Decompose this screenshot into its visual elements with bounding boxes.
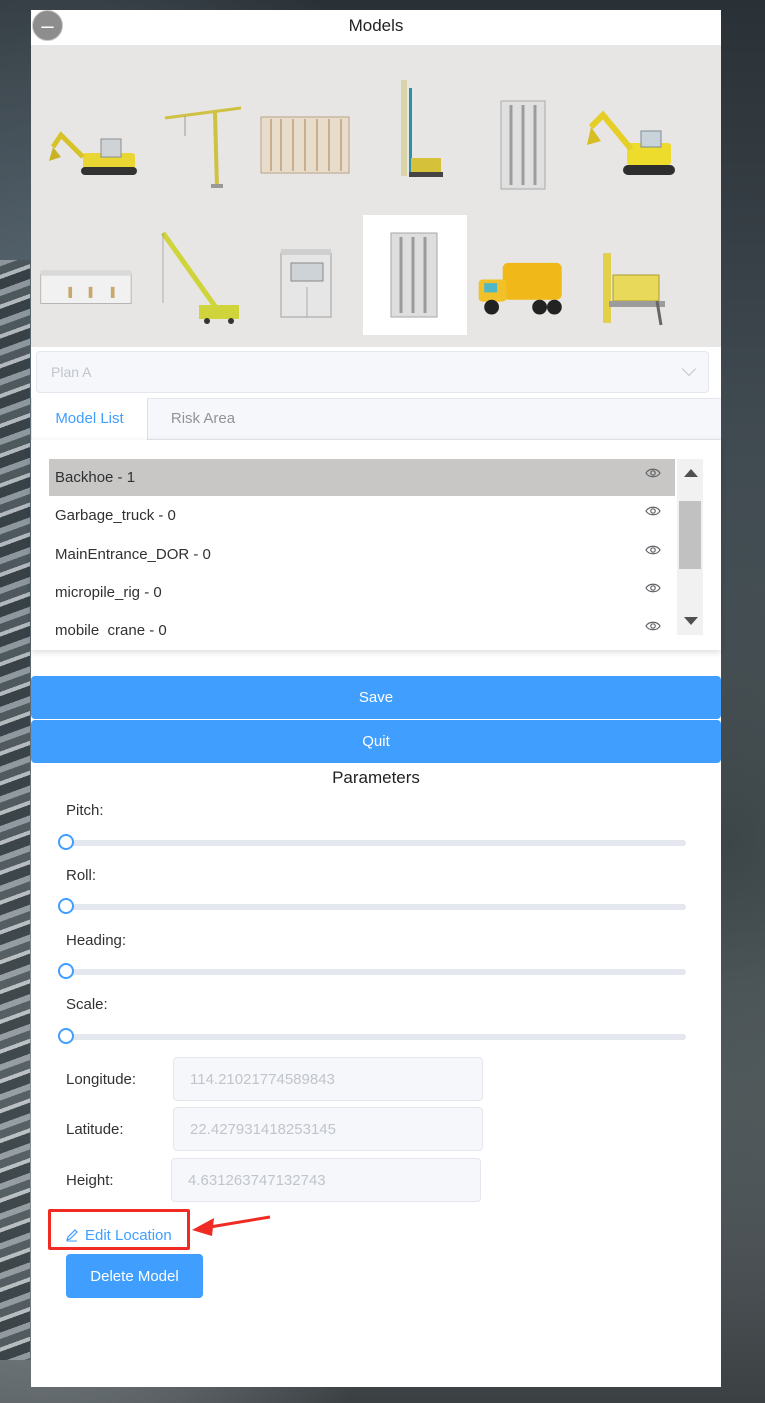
model-thumb-fence-panels[interactable] xyxy=(253,85,357,205)
model-thumb-main-entrance-door[interactable] xyxy=(363,215,467,335)
tab-bar: Model List Risk Area xyxy=(31,398,721,440)
site-office-icon xyxy=(40,270,132,304)
list-item-label: Garbage_truck - 0 xyxy=(55,507,176,524)
model-thumb-micropile-rig[interactable] xyxy=(361,70,465,190)
model-thumb-mobile-crane[interactable] xyxy=(149,215,253,335)
latitude-label: Latitude: xyxy=(66,1121,124,1138)
parameters-title: Parameters xyxy=(332,768,420,787)
delete-model-button[interactable]: Delete Model xyxy=(66,1254,203,1298)
model-list: Backhoe - 1 Garbage_truck - 0 MainEntran… xyxy=(31,440,721,650)
micropile-rig-icon xyxy=(401,80,443,177)
annotation-highlight-box xyxy=(48,1209,190,1250)
eye-icon[interactable] xyxy=(645,582,661,594)
eye-icon[interactable] xyxy=(645,544,661,556)
excavator-icon xyxy=(587,110,675,175)
pitch-slider[interactable] xyxy=(58,834,686,850)
panel-title: Models xyxy=(348,16,404,35)
list-item-label: micropile_rig - 0 xyxy=(55,584,162,601)
scale-slider-handle[interactable] xyxy=(58,1028,74,1044)
eye-icon[interactable] xyxy=(645,505,661,517)
door-icon xyxy=(390,232,438,318)
heading-slider-handle[interactable] xyxy=(58,963,74,979)
model-thumb-tower-crane[interactable] xyxy=(151,80,255,200)
model-thumb-guard-house[interactable] xyxy=(253,225,357,345)
guard-house-icon xyxy=(280,249,332,318)
heading-slider[interactable] xyxy=(58,963,686,979)
model-gallery xyxy=(31,45,721,347)
garbage-truck-icon xyxy=(478,262,562,315)
mobile-crane-icon xyxy=(160,231,239,324)
plan-select-value: Plan A xyxy=(51,364,92,380)
scale-label: Scale: xyxy=(66,996,108,1013)
list-item-backhoe[interactable]: Backhoe - 1 xyxy=(49,459,675,496)
quit-button[interactable]: Quit xyxy=(31,720,721,763)
list-item-label: mobile crane - 0 xyxy=(55,621,167,639)
model-thumb-site-office[interactable] xyxy=(33,225,137,345)
pitch-slider-handle[interactable] xyxy=(58,834,74,850)
height-label: Height: xyxy=(66,1172,114,1189)
eye-icon[interactable] xyxy=(645,467,661,479)
list-item-mobile-crane[interactable]: mobile crane - 0 xyxy=(49,612,675,648)
model-thumb-backhoe[interactable] xyxy=(39,85,143,205)
backhoe-icon xyxy=(49,131,137,175)
latitude-field[interactable] xyxy=(173,1107,483,1151)
model-thumb-door-panel[interactable] xyxy=(471,85,575,205)
tab-model-list[interactable]: Model List xyxy=(31,398,148,440)
scale-slider[interactable] xyxy=(58,1028,686,1044)
map-background xyxy=(0,260,30,1360)
model-thumb-excavator[interactable] xyxy=(579,85,683,205)
scroll-up-arrow-icon[interactable] xyxy=(684,469,698,477)
tower-crane-icon xyxy=(164,106,242,189)
collapse-icon[interactable]: – xyxy=(32,10,63,41)
model-thumb-garbage-truck[interactable] xyxy=(471,225,575,345)
drilling-rig-icon xyxy=(603,253,665,326)
heading-label: Heading: xyxy=(66,932,127,949)
tab-risk-area[interactable]: Risk Area xyxy=(148,398,258,440)
list-item-main-entrance-dor[interactable]: MainEntrance_DOR - 0 xyxy=(49,536,675,573)
longitude-field[interactable] xyxy=(173,1057,483,1101)
models-panel: Models Plan A Model List Risk Area Backh… xyxy=(31,10,721,1387)
model-thumb-drilling-rig[interactable] xyxy=(579,225,683,345)
height-field[interactable] xyxy=(171,1158,481,1202)
scrollbar-thumb[interactable] xyxy=(679,501,701,569)
list-item-garbage-truck[interactable]: Garbage_truck - 0 xyxy=(49,497,675,534)
roll-label: Roll: xyxy=(66,867,97,884)
eye-icon[interactable] xyxy=(645,620,661,632)
annotation-arrow-icon xyxy=(192,1215,271,1236)
chevron-down-icon xyxy=(681,361,697,377)
scroll-down-arrow-icon[interactable] xyxy=(684,617,698,625)
fence-panels-icon xyxy=(260,116,350,174)
list-item-micropile-rig[interactable]: micropile_rig - 0 xyxy=(49,574,675,611)
longitude-label: Longitude: xyxy=(66,1071,137,1088)
list-item-label: MainEntrance_DOR - 0 xyxy=(55,546,211,563)
pitch-label: Pitch: xyxy=(66,802,104,819)
door-panel-icon xyxy=(500,100,546,190)
plan-select[interactable]: Plan A xyxy=(36,351,709,393)
list-scrollbar[interactable] xyxy=(677,459,703,635)
roll-slider[interactable] xyxy=(58,898,686,914)
roll-slider-handle[interactable] xyxy=(58,898,74,914)
save-button[interactable]: Save xyxy=(31,676,721,719)
list-item-label: Backhoe - 1 xyxy=(55,469,136,486)
